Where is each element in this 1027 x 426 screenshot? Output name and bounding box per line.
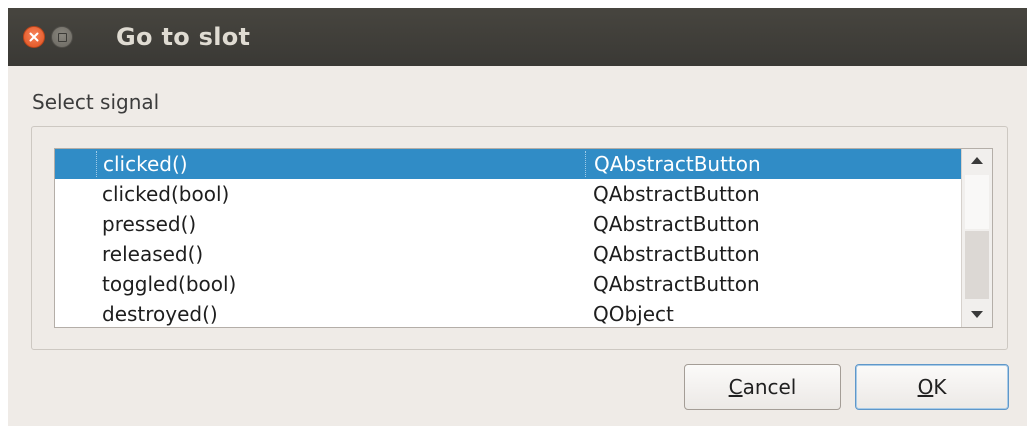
scroll-up-button[interactable] (962, 149, 992, 173)
signal-list[interactable]: clicked() QAbstractButton clicked(bool) … (54, 148, 993, 328)
signal-name: pressed() (102, 212, 197, 236)
scrollbar-handle[interactable] (965, 175, 989, 229)
select-signal-label: Select signal (32, 90, 160, 114)
maximize-button[interactable] (51, 26, 73, 48)
scroll-down-button[interactable] (962, 303, 992, 327)
close-button[interactable] (23, 26, 45, 48)
signal-class: QObject (593, 302, 674, 326)
window-title: Go to slot (116, 23, 251, 51)
ok-mnemonic: O (917, 375, 934, 399)
signal-name: clicked(bool) (102, 182, 230, 206)
signal-row[interactable]: clicked() QAbstractButton (55, 149, 961, 179)
maximize-icon (58, 33, 67, 42)
signal-class: QAbstractButton (593, 242, 760, 266)
signal-row[interactable]: clicked(bool) QAbstractButton (55, 179, 961, 209)
signal-name: toggled(bool) (102, 272, 237, 296)
scrollbar-trough[interactable] (965, 231, 989, 299)
vertical-scrollbar[interactable] (961, 149, 992, 327)
signal-row[interactable]: pressed() QAbstractButton (55, 209, 961, 239)
close-icon (29, 32, 39, 42)
signal-class: QAbstractButton (593, 272, 760, 296)
signal-name: clicked() (96, 151, 188, 177)
cancel-button[interactable]: Cancel (684, 364, 841, 410)
signal-class: QAbstractButton (585, 151, 761, 177)
ok-button[interactable]: OK (855, 364, 1009, 410)
signal-row[interactable]: toggled(bool) QAbstractButton (55, 269, 961, 299)
signal-name: destroyed() (102, 302, 218, 326)
signal-class: QAbstractButton (593, 182, 760, 206)
cancel-mnemonic: C (728, 375, 743, 399)
scroll-down-arrow-icon (971, 311, 983, 318)
cancel-label-rest: ancel (742, 375, 797, 399)
ok-label-rest: K (933, 375, 947, 399)
signal-row[interactable]: released() QAbstractButton (55, 239, 961, 269)
scroll-up-arrow-icon (971, 157, 983, 164)
signal-class: QAbstractButton (593, 212, 760, 236)
signal-rows: clicked() QAbstractButton clicked(bool) … (55, 149, 961, 327)
go-to-slot-dialog: Go to slot Select signal clicked() QAbst… (8, 8, 1027, 426)
title-bar: Go to slot (8, 8, 1027, 66)
signal-row[interactable]: destroyed() QObject (55, 299, 961, 327)
signal-name: released() (102, 242, 204, 266)
